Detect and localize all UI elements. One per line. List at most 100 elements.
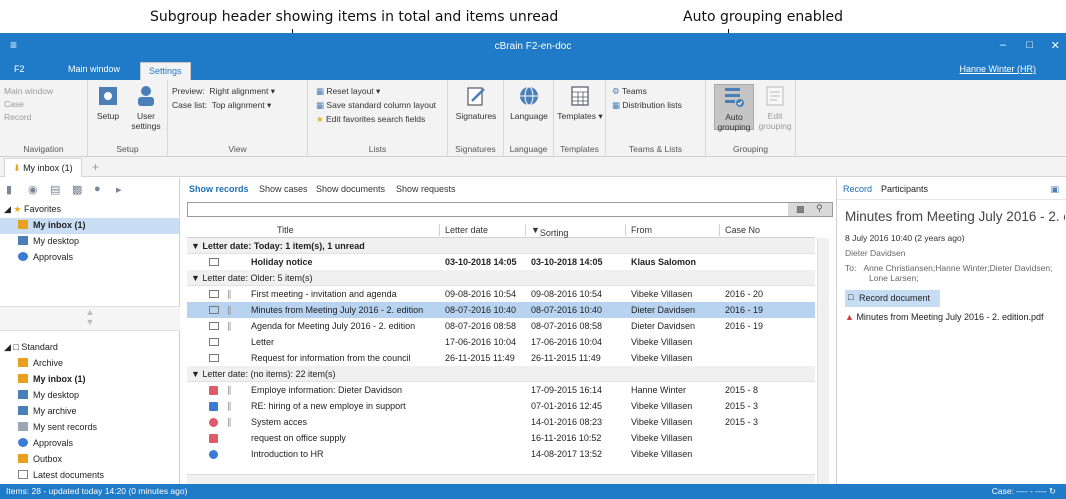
close-button[interactable]: ✕ (1051, 39, 1060, 52)
my-archive-icon (18, 406, 28, 415)
nav-record-button[interactable]: Record (4, 112, 31, 122)
cell-title: System acces (251, 417, 308, 427)
copy-search-icon[interactable]: ▩ (796, 204, 805, 215)
envelope-icon (209, 258, 219, 266)
edit-favorites-button[interactable]: ★ Edit favorites search fields (316, 114, 425, 125)
pane-splitter[interactable]: ▲ ▼ (0, 306, 180, 331)
show-documents-tab[interactable]: Show documents (316, 184, 385, 194)
tab-f2[interactable]: F2 (14, 64, 25, 74)
paperclip-icon: ∥ (227, 305, 232, 315)
templates-button[interactable]: Templates ▾ (557, 84, 603, 121)
horizontal-scrollbar[interactable] (187, 474, 815, 484)
table-row[interactable]: Request for information from the council… (187, 350, 815, 366)
cell-title: Introduction to HR (251, 449, 324, 459)
sidebar-item-approvals[interactable]: Approvals (0, 436, 179, 452)
cell-sorting-date: 26-11-2015 11:49 (531, 353, 601, 363)
cell-title: Request for information from the council (251, 353, 411, 363)
cell-letter-date: 08-07-2016 08:58 (445, 321, 517, 331)
teams-button[interactable]: ⚙ Teams (612, 86, 647, 97)
sidebar-item-favorites-desktop[interactable]: My desktop (0, 234, 179, 250)
table-row[interactable]: ∥ Employe information: Dieter Davidson 17-… (187, 382, 815, 398)
cell-sorting-date: 17-06-2016 10:04 (531, 337, 603, 347)
sidebar-item-latest-documents[interactable]: Latest documents (0, 468, 179, 484)
column-header-letter-date[interactable]: Letter date (445, 225, 488, 235)
list-icon[interactable]: ▤ (50, 183, 60, 196)
cell-sorting-date: 08-07-2016 10:40 (531, 305, 603, 315)
maximize-button[interactable]: □ (1026, 39, 1033, 51)
user-link[interactable]: Hanne Winter (HR) (959, 64, 1036, 74)
reset-layout-button[interactable]: ▦ Reset layout ▾ (316, 86, 380, 97)
attachment-link[interactable]: ▲ Minutes from Meeting July 2016 - 2. ed… (845, 312, 1044, 322)
cell-from: Vibeke Villasen (631, 289, 693, 299)
distribution-lists-button[interactable]: ▦ Distribution lists (612, 100, 682, 111)
tab-main-window[interactable]: Main window (68, 64, 120, 74)
preview-to-continued: Lone Larsen; (869, 273, 919, 283)
language-button[interactable]: Language (507, 84, 551, 121)
distribution-list-icon: ▦ (612, 100, 621, 110)
sidebar-item-sent-records[interactable]: My sent records (0, 420, 179, 436)
minimize-button[interactable]: – (1000, 39, 1006, 51)
save-column-layout-button[interactable]: ▦ Save standard column layout (316, 100, 436, 111)
ribbon-group-teams-lists: ⚙ Teams ▦ Distribution lists Teams & Lis… (606, 80, 706, 157)
table-row[interactable]: ∥ First meeting - invitation and agenda 09… (187, 286, 815, 302)
refresh-icon: ↻ (1048, 486, 1056, 496)
preview-to: To: Anne Christiansen;Hanne Winter;Diete… (845, 263, 1053, 273)
search-input[interactable]: ▩ ⚲ (187, 202, 833, 217)
tab-my-inbox[interactable]: ⬇ My inbox (1) (4, 158, 82, 177)
search-icon[interactable]: ⚲ (816, 203, 823, 214)
sidebar-item-desktop[interactable]: My desktop (0, 388, 179, 404)
sidebar-item-inbox[interactable]: My inbox (1) (0, 372, 179, 388)
table-row[interactable]: Introduction to HR 14-08-2017 13:52 Vibeke… (187, 446, 815, 462)
table-row[interactable]: Holiday notice 03-10-2018 14:05 03-10-2018… (187, 254, 815, 270)
group-header[interactable]: ▼ Letter date: Today: 1 item(s), 1 unrea… (187, 238, 815, 254)
table-row[interactable]: request on office supply 16-11-2016 10:52… (187, 430, 815, 446)
ribbon-group-navigation: Main window Case Record Navigation (0, 80, 88, 157)
setup-button[interactable]: Setup (92, 84, 124, 121)
group-header[interactable]: ▼ Letter date: Older: 5 item(s) (187, 270, 815, 286)
record-document-button[interactable]: □ Record document (845, 290, 940, 307)
auto-grouping-button[interactable]: Auto grouping (714, 84, 754, 132)
edit-grouping-button[interactable]: Edit grouping (756, 84, 794, 131)
preview-alignment-select[interactable]: Preview: Right alignment ▾ (172, 86, 275, 97)
group-header[interactable]: ▼ Letter date: (no items): 22 item(s) (187, 366, 815, 382)
table-row[interactable]: ∥ Agenda for Meeting July 2016 - 2. editi… (187, 318, 815, 334)
sidebar-item-my-archive[interactable]: My archive (0, 404, 179, 420)
signatures-button[interactable]: Signatures (452, 84, 500, 121)
paperclip-icon: ∥ (227, 385, 232, 395)
document-tab-bar: ⬇ My inbox (1) + (0, 157, 1066, 177)
sidebar-item-outbox[interactable]: Outbox (0, 452, 179, 468)
sidebar-item-archive[interactable]: Archive (0, 356, 179, 372)
column-header-title[interactable]: Title (277, 225, 294, 235)
show-requests-tab[interactable]: Show requests (396, 184, 456, 194)
nav-main-window-button[interactable]: Main window (4, 86, 53, 96)
tab-record[interactable]: Record (843, 184, 872, 194)
vertical-scrollbar[interactable] (817, 238, 829, 484)
table-row[interactable]: Letter 17-06-2016 10:04 17-06-2016 10:04 Vi… (187, 334, 815, 350)
table-row[interactable]: ∥ RE: hiring of a new employe in support 0… (187, 398, 815, 414)
favorites-header[interactable]: ◢ ★ Favorites (0, 202, 179, 218)
new-case-icon[interactable]: ◉ (28, 183, 38, 196)
users-icon[interactable]: ● (94, 183, 101, 195)
table-row[interactable]: ∥ Minutes from Meeting July 2016 - 2. edi… (187, 302, 815, 318)
preview-tab-bar: Record Participants ▣ (837, 178, 1066, 200)
nav-case-button[interactable]: Case (4, 99, 24, 109)
new-record-icon[interactable]: ▮ (6, 183, 12, 196)
tab-participants[interactable]: Participants (881, 184, 928, 194)
show-records-tab[interactable]: Show records (189, 184, 249, 194)
column-header-sorting-date[interactable]: ▼ Sorting date (531, 225, 568, 248)
expand-icon[interactable]: ▣ (1050, 184, 1059, 195)
new-tab-button[interactable]: + (92, 160, 99, 174)
standard-header[interactable]: ◢ □ Standard (0, 340, 179, 356)
tab-settings[interactable]: Settings (140, 62, 191, 80)
sidebar-item-favorites-approvals[interactable]: Approvals (0, 250, 179, 266)
show-cases-tab[interactable]: Show cases (259, 184, 308, 194)
table-row[interactable]: ∥ System acces 14-01-2016 08:23 Vibeke Vill… (187, 414, 815, 430)
column-header-case-no[interactable]: Case No (725, 225, 760, 235)
document-icon (18, 470, 28, 479)
forward-icon[interactable]: ▸ (116, 183, 122, 196)
copy-icon[interactable]: ▩ (72, 183, 82, 196)
caselist-alignment-select[interactable]: Case list: Top alignment ▾ (172, 100, 271, 111)
column-header-from[interactable]: From (631, 225, 652, 235)
sidebar-item-favorites-inbox[interactable]: My inbox (1) (0, 218, 179, 234)
user-settings-button[interactable]: User settings (128, 84, 164, 131)
